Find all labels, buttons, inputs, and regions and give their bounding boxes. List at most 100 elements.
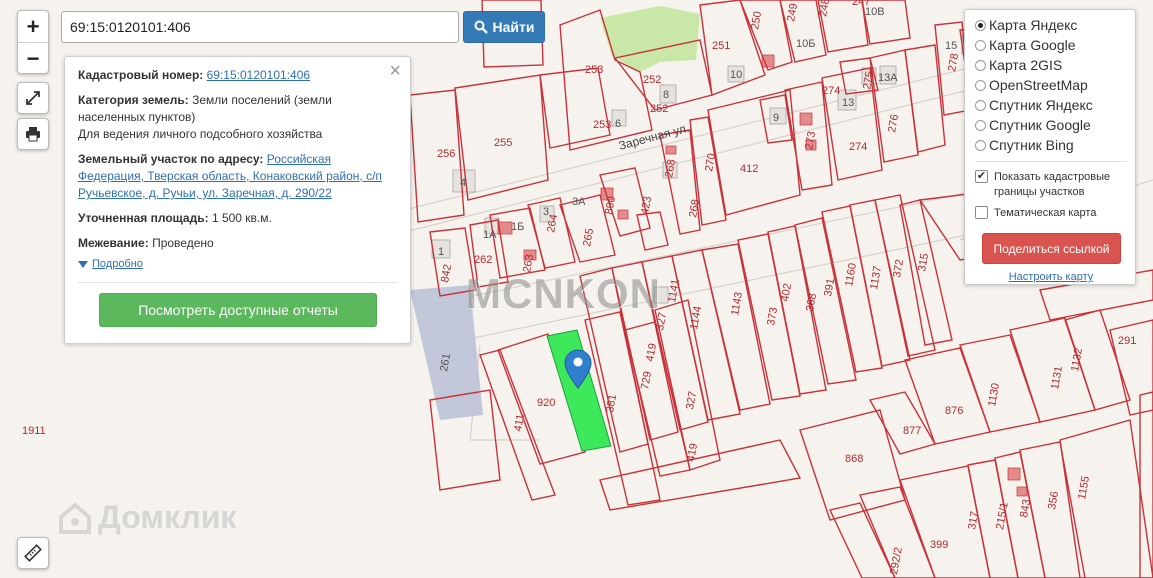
parcel-number: 13А — [878, 72, 898, 84]
parcel-number: 868 — [845, 453, 863, 465]
parcel-number: 9 — [773, 112, 779, 124]
radio-icon[interactable] — [975, 39, 986, 51]
layer-label: Спутник Bing — [989, 137, 1074, 153]
parcel-number: 256 — [437, 148, 455, 160]
layer-label: Карта Google — [989, 37, 1076, 53]
radio-icon[interactable] — [975, 119, 986, 131]
parcel-number: 252 — [643, 74, 661, 86]
address-row: Земельный участок по адресу: Российская … — [78, 151, 398, 202]
parcel-number: 10Б — [796, 38, 815, 50]
layer-label: Карта Яндекс — [989, 17, 1078, 33]
ruler-icon — [24, 544, 42, 562]
layer-label: Спутник Google — [989, 117, 1091, 133]
parcel-number: 920 — [537, 397, 555, 409]
base-layer-list: Карта Яндекс Карта Google Карта 2GIS Ope… — [975, 15, 1127, 155]
zoom-out-button[interactable]: − — [18, 43, 48, 74]
checkbox-icon[interactable]: ✔ — [975, 170, 988, 183]
cadastral-number-link[interactable]: 69:15:0120101:406 — [207, 68, 310, 82]
search-button-label: Найти — [492, 19, 535, 35]
parcel-number: 1911 — [22, 425, 46, 437]
radio-icon[interactable] — [975, 79, 986, 91]
land-use-value: Для ведения личного подсобного хозяйства — [78, 127, 323, 141]
parcel-number: 1А — [483, 229, 497, 241]
parcel-number: 10 — [730, 69, 742, 81]
area-value: 1 500 кв.м. — [211, 211, 272, 225]
thematic-map-toggle[interactable]: Тематическая карта — [975, 206, 1127, 221]
radio-icon[interactable] — [975, 59, 986, 71]
radio-icon[interactable] — [975, 99, 986, 111]
search-button[interactable]: Найти — [463, 11, 545, 43]
land-category-row: Категория земель: Земли поселений (земли… — [78, 92, 398, 143]
brand-logo: Домклик — [58, 499, 236, 536]
parcel-number: 274 — [849, 141, 867, 153]
address-label: Земельный участок по адресу: — [78, 152, 264, 166]
checkbox-icon[interactable] — [975, 206, 988, 219]
details-toggle[interactable]: Подробно — [78, 258, 398, 270]
radio-icon[interactable] — [975, 19, 986, 31]
parcel-info-panel: × Кадастровый номер: 69:15:0120101:406 К… — [64, 56, 411, 344]
layer-option[interactable]: Спутник Google — [975, 115, 1127, 135]
parcel-number: 251 — [712, 40, 730, 52]
survey-value: Проведено — [152, 236, 214, 250]
parcel-number: 4 — [460, 177, 466, 189]
area-label: Уточненная площадь: — [78, 211, 209, 225]
cadastral-number-label: Кадастровый номер: — [78, 68, 204, 82]
parcel-number: 274 — [822, 85, 840, 97]
layer-option[interactable]: Карта 2GIS — [975, 55, 1127, 75]
parcel-number: 10В — [865, 6, 885, 18]
parcel-number: 15 — [945, 40, 957, 52]
parcel-number: 253 — [585, 64, 603, 76]
print-icon — [26, 127, 40, 142]
parcel-number: 3А — [572, 196, 586, 208]
cadastral-number-row: Кадастровый номер: 69:15:0120101:406 — [78, 67, 398, 84]
fullscreen-icon — [26, 91, 40, 105]
layer-switcher: Карта Яндекс Карта Google Карта 2GIS Ope… — [964, 9, 1136, 285]
zoom-in-button[interactable]: + — [18, 11, 48, 43]
search-icon — [474, 20, 488, 34]
divider — [975, 161, 1127, 162]
layer-label: Карта 2GIS — [989, 57, 1063, 73]
layer-option[interactable]: Спутник Яндекс — [975, 95, 1127, 115]
search-input[interactable] — [61, 11, 459, 43]
divider — [78, 282, 398, 283]
layer-option[interactable]: OpenStreetMap — [975, 75, 1127, 95]
radio-icon[interactable] — [975, 139, 986, 151]
parcel-number: 262 — [474, 254, 492, 266]
parcel-number: 253 — [593, 119, 611, 131]
zoom-control: + − — [17, 10, 49, 74]
parcel-number: 291 — [1118, 335, 1136, 347]
layer-option[interactable]: Карта Яндекс — [975, 15, 1127, 35]
survey-label: Межевание: — [78, 236, 149, 250]
parcel-number: 13 — [842, 97, 854, 109]
show-borders-label: Показать кадастровые границы участков — [994, 171, 1111, 198]
view-reports-button[interactable]: Посмотреть доступные отчеты — [99, 293, 377, 327]
parcel-number: 6 — [615, 118, 621, 130]
house-icon — [59, 501, 91, 534]
details-link[interactable]: Подробно — [92, 258, 143, 270]
brand-name: Домклик — [98, 499, 237, 535]
parcel-number: 1Б — [511, 221, 524, 233]
layer-option[interactable]: Спутник Bing — [975, 135, 1127, 155]
fullscreen-button[interactable] — [17, 82, 49, 114]
parcel-number: 255 — [494, 137, 512, 149]
close-icon[interactable]: × — [389, 60, 401, 83]
parcel-number: 412 — [740, 163, 758, 175]
print-button[interactable] — [17, 118, 49, 150]
show-borders-toggle[interactable]: ✔ Показать кадастровые границы участков — [975, 170, 1127, 200]
ruler-button[interactable] — [17, 537, 49, 569]
watermark: MCNKON — [466, 270, 661, 317]
parcel-number: 876 — [945, 405, 963, 417]
thematic-map-label: Тематическая карта — [994, 207, 1097, 219]
configure-map-link[interactable]: Настроить карту — [975, 271, 1127, 283]
share-link-button[interactable]: Поделиться ссылкой — [982, 233, 1121, 264]
survey-row: Межевание: Проведено — [78, 235, 398, 252]
area-row: Уточненная площадь: 1 500 кв.м. — [78, 210, 398, 227]
parcel-number: 877 — [903, 425, 921, 437]
layer-option[interactable]: Карта Google — [975, 35, 1127, 55]
caret-down-icon — [78, 260, 88, 268]
land-category-label: Категория земель: — [78, 93, 189, 107]
parcel-number: 252 — [650, 103, 668, 115]
layer-label: OpenStreetMap — [989, 77, 1088, 93]
parcel-number: 1 — [438, 246, 444, 258]
parcel-number: 399 — [930, 539, 948, 551]
